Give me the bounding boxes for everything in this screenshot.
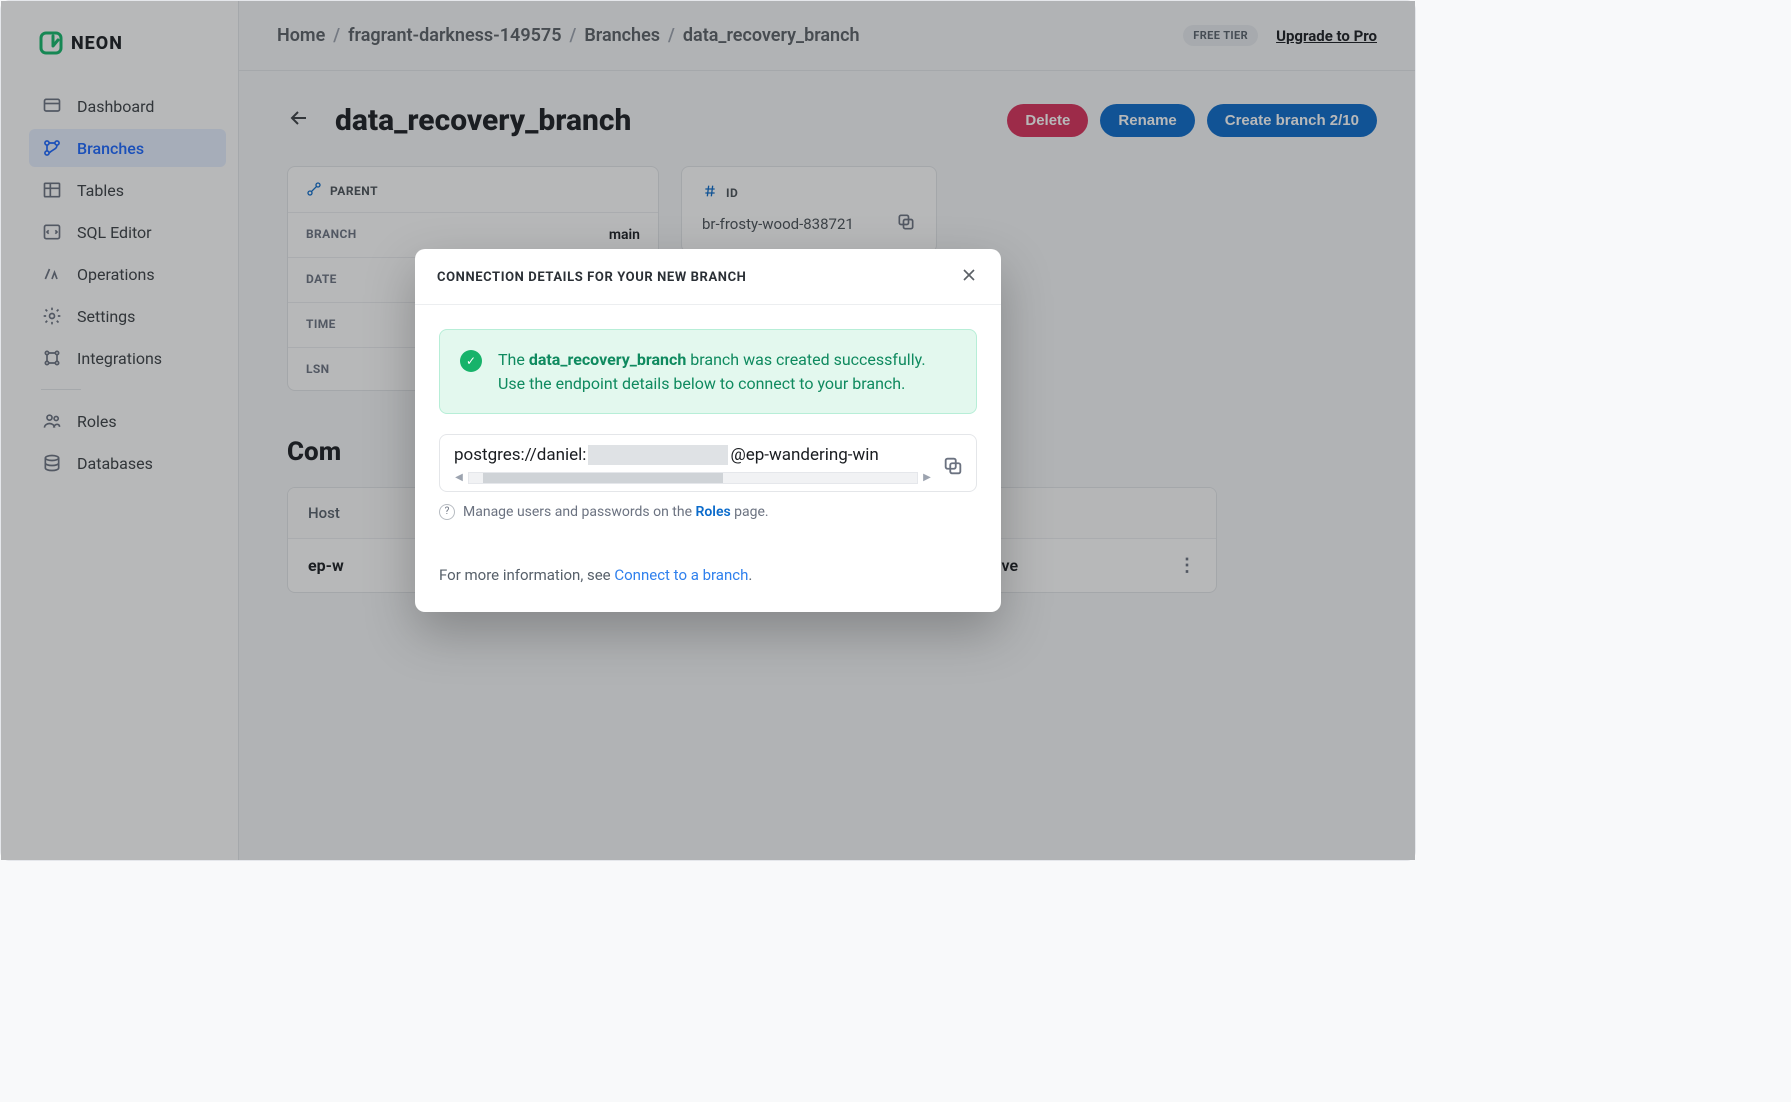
modal-header: CONNECTION DETAILS FOR YOUR NEW BRANCH bbox=[415, 249, 1001, 305]
scrollbar-thumb[interactable] bbox=[483, 473, 723, 483]
close-button[interactable] bbox=[959, 265, 979, 290]
conn-suffix: @ep-wandering-win bbox=[730, 445, 878, 465]
horizontal-scrollbar[interactable]: ◀ ▶ bbox=[454, 471, 932, 485]
success-banner: ✓ The data_recovery_branch branch was cr… bbox=[439, 329, 977, 413]
modal-overlay[interactable]: CONNECTION DETAILS FOR YOUR NEW BRANCH ✓… bbox=[1, 1, 1415, 860]
roles-hint: ? Manage users and passwords on the Role… bbox=[439, 504, 977, 520]
modal-title: CONNECTION DETAILS FOR YOUR NEW BRANCH bbox=[437, 270, 746, 285]
hint-post: page. bbox=[731, 504, 769, 520]
more-pre: For more information, see bbox=[439, 566, 614, 584]
more-post: . bbox=[748, 566, 752, 584]
more-info: For more information, see Connect to a b… bbox=[439, 566, 977, 584]
scroll-right-icon[interactable]: ▶ bbox=[922, 472, 932, 483]
hint-pre: Manage users and passwords on the bbox=[463, 504, 695, 520]
check-icon: ✓ bbox=[460, 350, 482, 372]
copy-icon bbox=[942, 455, 964, 477]
connection-string-box: postgres://daniel: @ep-wandering-win ◀ ▶ bbox=[439, 434, 977, 492]
connection-string[interactable]: postgres://daniel: @ep-wandering-win bbox=[454, 445, 932, 465]
close-icon bbox=[959, 265, 979, 285]
modal-body: ✓ The data_recovery_branch branch was cr… bbox=[415, 305, 1001, 611]
help-icon: ? bbox=[439, 504, 455, 520]
scrollbar-track[interactable] bbox=[468, 472, 918, 484]
roles-link[interactable]: Roles bbox=[695, 504, 730, 520]
connect-branch-link[interactable]: Connect to a branch bbox=[614, 566, 748, 584]
connection-details-modal: CONNECTION DETAILS FOR YOUR NEW BRANCH ✓… bbox=[415, 249, 1001, 611]
password-mask bbox=[588, 445, 728, 465]
conn-prefix: postgres://daniel: bbox=[454, 445, 586, 465]
success-text: The data_recovery_branch branch was crea… bbox=[498, 348, 956, 394]
scroll-left-icon[interactable]: ◀ bbox=[454, 472, 464, 483]
copy-connection-button[interactable] bbox=[942, 455, 964, 481]
